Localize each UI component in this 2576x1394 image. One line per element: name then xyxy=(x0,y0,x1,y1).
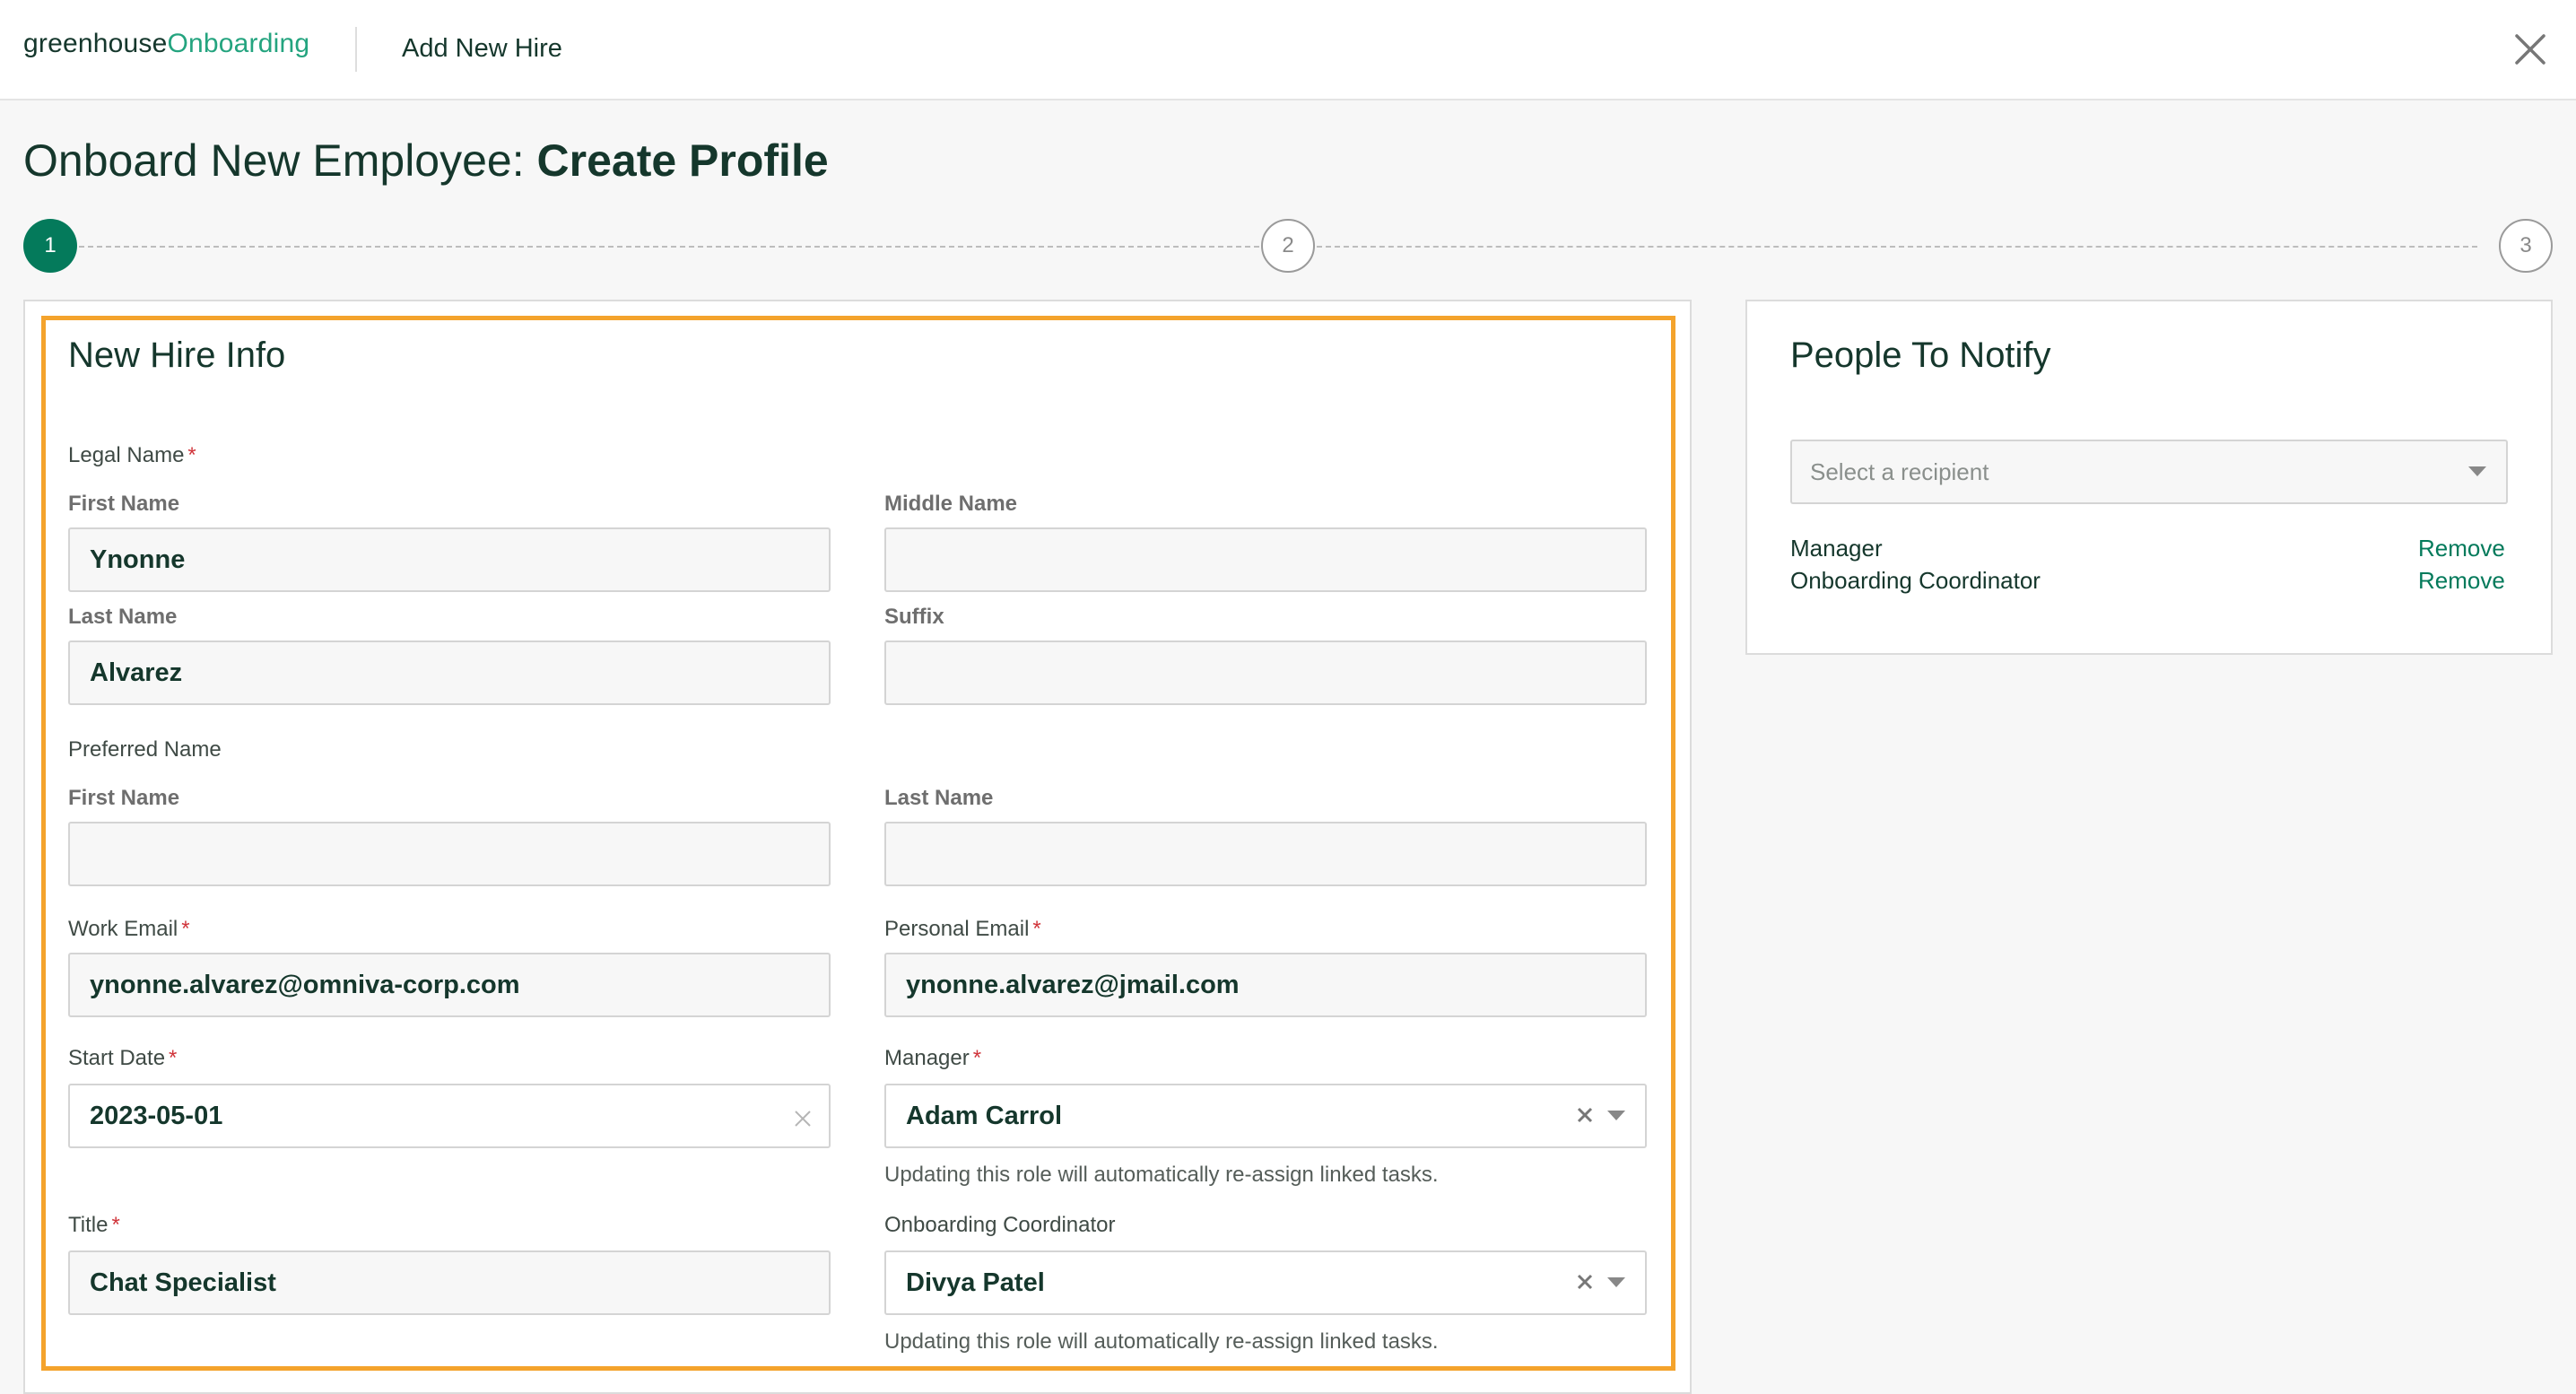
clear-coordinator-icon[interactable] xyxy=(1575,1272,1595,1292)
topbar-divider xyxy=(355,27,357,72)
manager-helper-text: Updating this role will automatically re… xyxy=(884,1163,1439,1187)
manager-value: Adam Carrol xyxy=(906,1101,1063,1130)
first-name-label: First Name xyxy=(68,492,180,516)
step-connector-2-3 xyxy=(1317,246,2477,248)
legal-name-label-text: Legal Name xyxy=(68,443,185,467)
recipient-role: Manager xyxy=(1790,535,1883,562)
preferred-last-name-input[interactable] xyxy=(884,822,1647,886)
manager-select[interactable]: Adam Carrol xyxy=(884,1084,1647,1148)
middle-name-input[interactable] xyxy=(884,527,1647,592)
required-marker: * xyxy=(169,1046,178,1070)
top-bar: greenhouseOnboarding Add New Hire xyxy=(0,0,2576,100)
required-marker: * xyxy=(1032,917,1041,941)
recipient-select-placeholder: Select a recipient xyxy=(1810,457,1989,485)
chevron-down-icon[interactable] xyxy=(2468,466,2486,477)
title-label: Title * xyxy=(68,1213,120,1238)
step-connector-1-2 xyxy=(79,246,1259,248)
step-1[interactable]: 1 xyxy=(23,219,77,273)
coordinator-value: Divya Patel xyxy=(906,1268,1045,1297)
required-marker: * xyxy=(187,443,196,467)
chevron-down-icon[interactable] xyxy=(1607,1111,1625,1121)
remove-recipient-link[interactable]: Remove xyxy=(2418,535,2505,562)
preferred-name-label: Preferred Name xyxy=(68,737,222,762)
step-2[interactable]: 2 xyxy=(1261,219,1315,273)
close-button[interactable] xyxy=(2511,30,2549,68)
brand-name-part2: Onboarding xyxy=(167,29,310,58)
required-marker: * xyxy=(111,1213,120,1237)
coordinator-helper-text: Updating this role will automatically re… xyxy=(884,1329,1439,1354)
clear-manager-icon[interactable] xyxy=(1575,1105,1595,1125)
brand-name-part1: greenhouse xyxy=(23,29,168,58)
personal-email-label: Personal Email * xyxy=(884,917,1041,942)
preferred-first-name-label: First Name xyxy=(68,786,180,810)
recipient-role: Onboarding Coordinator xyxy=(1790,567,2041,594)
page-title-prefix: Onboard New Employee: xyxy=(23,135,537,186)
chevron-down-icon[interactable] xyxy=(1607,1277,1625,1288)
personal-email-label-text: Personal Email xyxy=(884,917,1030,941)
remove-recipient-link[interactable]: Remove xyxy=(2418,567,2505,595)
work-email-label-text: Work Email xyxy=(68,917,178,941)
brand-logo: greenhouseOnboarding xyxy=(23,29,309,59)
coordinator-label: Onboarding Coordinator xyxy=(884,1213,1116,1237)
work-email-input[interactable]: ynonne.alvarez@omniva-corp.com xyxy=(68,953,831,1017)
start-date-label: Start Date * xyxy=(68,1046,177,1071)
page-title: Onboard New Employee: Create Profile xyxy=(23,135,829,187)
manager-label-text: Manager xyxy=(884,1046,970,1070)
close-icon xyxy=(2515,34,2546,65)
required-marker: * xyxy=(972,1046,982,1070)
start-date-value: 2023-05-01 xyxy=(90,1101,223,1130)
required-marker: * xyxy=(181,917,190,941)
clear-date-icon[interactable] xyxy=(793,1109,813,1128)
step-3[interactable]: 3 xyxy=(2499,219,2553,273)
title-label-text: Title xyxy=(68,1213,109,1237)
work-email-label: Work Email * xyxy=(68,917,190,942)
manager-label: Manager * xyxy=(884,1046,981,1071)
legal-name-label: Legal Name * xyxy=(68,443,196,468)
preferred-last-name-label: Last Name xyxy=(884,786,994,810)
personal-email-input[interactable]: ynonne.alvarez@jmail.com xyxy=(884,953,1647,1017)
start-date-input[interactable]: 2023-05-01 xyxy=(68,1084,831,1148)
preferred-first-name-input[interactable] xyxy=(68,822,831,886)
suffix-label: Suffix xyxy=(884,605,944,629)
title-input[interactable]: Chat Specialist xyxy=(68,1250,831,1315)
people-to-notify-title: People To Notify xyxy=(1790,335,2051,375)
recipient-select[interactable]: Select a recipient xyxy=(1790,440,2508,504)
page-title-bold: Create Profile xyxy=(536,135,829,186)
last-name-label: Last Name xyxy=(68,605,178,629)
coordinator-select[interactable]: Divya Patel xyxy=(884,1250,1647,1315)
last-name-input[interactable]: Alvarez xyxy=(68,640,831,705)
new-hire-info-title: New Hire Info xyxy=(68,335,286,375)
first-name-input[interactable]: Ynonne xyxy=(68,527,831,592)
start-date-label-text: Start Date xyxy=(68,1046,166,1070)
middle-name-label: Middle Name xyxy=(884,492,1018,516)
suffix-input[interactable] xyxy=(884,640,1647,705)
topbar-title: Add New Hire xyxy=(402,34,562,63)
